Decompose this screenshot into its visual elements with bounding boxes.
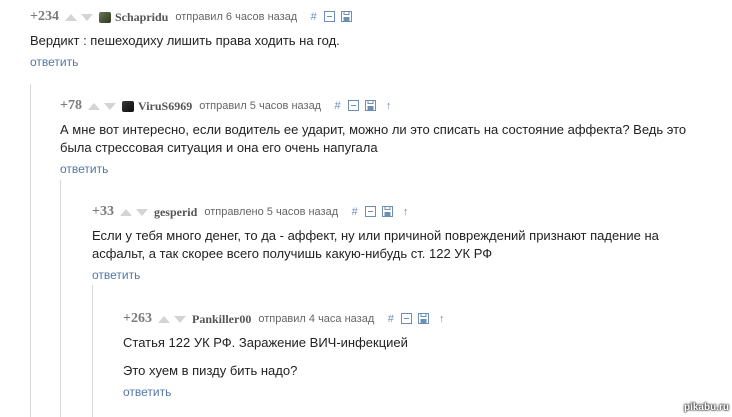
arrow-up-icon[interactable]: ↑: [382, 100, 395, 113]
collapse-icon[interactable]: [348, 99, 361, 113]
thread-line: [92, 285, 93, 417]
upvote-icon[interactable]: [87, 102, 100, 110]
comment-header: +33 gesperid отправлено 5 часов назад # …: [92, 203, 672, 221]
comment-text: А мне вот интересно, если водитель ее уд…: [60, 121, 690, 157]
comment-timestamp: отправил 5 часов назад: [199, 100, 322, 112]
comment-paragraph: Вердикт : пешеходиху лишить права ходить…: [30, 33, 340, 48]
reply-link[interactable]: ответить: [123, 385, 171, 399]
hash-icon[interactable]: #: [307, 11, 320, 24]
comment-paragraph: А мне вот интересно, если водитель ее уд…: [60, 122, 687, 155]
comment-text: Статья 122 УК РФ. Заражение ВИЧ-инфекцие…: [123, 334, 683, 380]
comment-paragraph: Это хуем в пизду бить надо?: [123, 363, 298, 378]
collapse-icon[interactable]: [324, 10, 337, 24]
comment-header: +234 Schapridu отправил 6 часов назад #: [30, 8, 720, 26]
hash-icon[interactable]: #: [384, 313, 397, 326]
comment-text: Вердикт : пешеходиху лишить права ходить…: [30, 32, 720, 50]
comment-paragraph: Статья 122 УК РФ. Заражение ВИЧ-инфекцие…: [123, 335, 408, 350]
comment-author[interactable]: ViruS6969: [138, 99, 192, 114]
thread-line: [30, 84, 31, 417]
comment-author[interactable]: Pankiller00: [192, 312, 251, 327]
comment-paragraph: Если у тебя много денег, то да - аффект,…: [92, 228, 659, 261]
reply-link[interactable]: ответить: [92, 268, 140, 282]
watermark: pikabu.ru: [683, 402, 729, 413]
comment-author[interactable]: gesperid: [154, 205, 197, 220]
reply-link[interactable]: ответить: [30, 55, 78, 69]
save-icon[interactable]: [341, 10, 354, 24]
save-icon[interactable]: [382, 205, 395, 219]
downvote-icon[interactable]: [173, 315, 186, 323]
comment-rating: +263: [123, 311, 152, 326]
comment-rating: +234: [30, 9, 59, 24]
save-icon[interactable]: [365, 99, 378, 113]
comment-rating: +33: [92, 204, 114, 219]
comment-timestamp: отправлено 5 часов назад: [204, 206, 339, 218]
save-icon[interactable]: [418, 312, 431, 326]
collapse-icon[interactable]: [401, 312, 414, 326]
downvote-icon[interactable]: [103, 102, 116, 110]
comment-rating: +78: [60, 98, 82, 113]
hash-icon[interactable]: #: [331, 100, 344, 113]
comment: +78 ViruS6969 отправил 5 часов назад # ↑…: [60, 97, 700, 178]
avatar: [98, 11, 111, 23]
comment: +263 Pankiller00 отправил 4 часа назад #…: [123, 310, 683, 401]
collapse-icon[interactable]: [365, 205, 378, 219]
avatar: [121, 100, 134, 112]
comment-author[interactable]: Schapridu: [115, 10, 168, 25]
downvote-icon[interactable]: [135, 208, 148, 216]
arrow-up-icon[interactable]: ↑: [399, 206, 412, 219]
comment-header: +78 ViruS6969 отправил 5 часов назад # ↑: [60, 97, 700, 115]
comment-text: Если у тебя много денег, то да - аффект,…: [92, 227, 662, 263]
hash-icon[interactable]: #: [348, 206, 361, 219]
thread-line: [60, 180, 61, 417]
comment: +234 Schapridu отправил 6 часов назад # …: [30, 8, 720, 71]
comment-timestamp: отправил 4 часа назад: [258, 313, 375, 325]
upvote-icon[interactable]: [119, 208, 132, 216]
comment-timestamp: отправил 6 часов назад: [175, 11, 298, 23]
reply-link[interactable]: ответить: [60, 162, 108, 176]
comment-header: +263 Pankiller00 отправил 4 часа назад #…: [123, 310, 683, 328]
comment: +33 gesperid отправлено 5 часов назад # …: [92, 203, 672, 284]
downvote-icon[interactable]: [80, 13, 93, 21]
upvote-icon[interactable]: [157, 315, 170, 323]
arrow-up-icon[interactable]: ↑: [435, 313, 448, 326]
upvote-icon[interactable]: [64, 13, 77, 21]
